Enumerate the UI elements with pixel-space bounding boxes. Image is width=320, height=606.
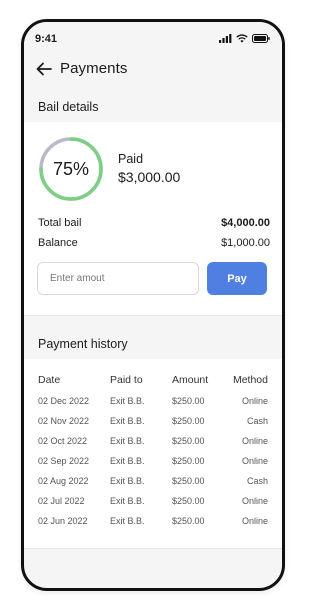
cell-method: Cash (246, 476, 268, 486)
cell-method: Online (241, 496, 268, 506)
column-header-paid-to: Paid to (110, 374, 143, 386)
balance-label: Balance (38, 237, 78, 249)
cell-amount: $250.00 (172, 476, 205, 486)
cell-paid-to: Exit B.B. (110, 516, 145, 526)
cell-method: Online (241, 516, 268, 526)
table-row: 02 Aug 2022 Exit B.B. $250.00 Cash (38, 471, 268, 491)
cell-date: 02 Jun 2022 (38, 516, 88, 526)
cell-amount: $250.00 (172, 456, 205, 466)
payment-history-header: Payment history (24, 329, 282, 360)
cell-date: 02 Aug 2022 (38, 476, 89, 486)
signal-icon (219, 34, 232, 43)
payment-history-title: Payment history (38, 337, 128, 351)
cell-date: 02 Nov 2022 (38, 416, 90, 426)
cell-paid-to: Exit B.B. (110, 476, 145, 486)
bail-details-title: Bail details (38, 100, 99, 114)
cell-paid-to: Exit B.B. (110, 396, 145, 406)
table-row: 02 Jul 2022 Exit B.B. $250.00 Online (38, 491, 268, 511)
bail-details-header: Bail details (24, 92, 282, 123)
cell-paid-to: Exit B.B. (110, 416, 145, 426)
column-header-method: Method (232, 374, 268, 386)
total-bail-value: $4,000.00 (221, 217, 270, 229)
status-bar: 9:41 (24, 22, 282, 56)
phone-frame: 9:41 Payments Bail details 75% Paid $3,0… (21, 19, 285, 591)
amount-input[interactable] (37, 262, 199, 295)
table-row: 02 Nov 2022 Exit B.B. $250.00 Cash (38, 411, 268, 431)
page-title: Payments (60, 60, 128, 77)
paid-label: Paid (118, 152, 144, 166)
column-header-date: Date (38, 374, 61, 386)
cell-amount: $250.00 (172, 496, 205, 506)
status-time: 9:41 (35, 33, 58, 45)
balance-value: $1,000.00 (221, 237, 270, 249)
cell-amount: $250.00 (172, 516, 205, 526)
column-header-amount: Amount (172, 374, 209, 386)
cell-date: 02 Dec 2022 (38, 396, 90, 406)
cell-paid-to: Exit B.B. (110, 496, 145, 506)
payment-history-table: Date Paid to Amount Method 02 Dec 2022 E… (38, 369, 268, 531)
cell-method: Cash (246, 416, 268, 426)
table-row: 02 Jun 2022 Exit B.B. $250.00 Online (38, 511, 268, 531)
wifi-icon (236, 34, 248, 43)
payment-history-card: Date Paid to Amount Method 02 Dec 2022 E… (24, 359, 282, 549)
app-header: Payments (24, 52, 282, 88)
cell-amount: $250.00 (172, 396, 205, 406)
pay-button[interactable]: Pay (207, 262, 267, 295)
cell-date: 02 Oct 2022 (38, 436, 88, 446)
cell-date: 02 Jul 2022 (38, 496, 85, 506)
cell-method: Online (241, 396, 268, 406)
cell-paid-to: Exit B.B. (110, 456, 145, 466)
cell-method: Online (241, 436, 268, 446)
bail-details-card: 75% Paid $3,000.00 Total bail $4,000.00 … (24, 122, 282, 316)
paid-amount: $3,000.00 (118, 169, 181, 185)
table-row: 02 Oct 2022 Exit B.B. $250.00 Online (38, 431, 268, 451)
arrow-left-icon[interactable] (35, 60, 53, 78)
table-header-row: Date Paid to Amount Method (38, 369, 268, 391)
cell-date: 02 Sep 2022 (38, 456, 90, 466)
cell-amount: $250.00 (172, 416, 205, 426)
cell-method: Online (241, 456, 268, 466)
status-icons (219, 34, 270, 43)
cell-amount: $250.00 (172, 436, 205, 446)
battery-icon (252, 34, 270, 43)
progress-percent: 75% (52, 158, 90, 179)
cell-paid-to: Exit B.B. (110, 436, 145, 446)
total-bail-label: Total bail (38, 217, 82, 229)
table-row: 02 Sep 2022 Exit B.B. $250.00 Online (38, 451, 268, 471)
table-row: 02 Dec 2022 Exit B.B. $250.00 Online (38, 391, 268, 411)
